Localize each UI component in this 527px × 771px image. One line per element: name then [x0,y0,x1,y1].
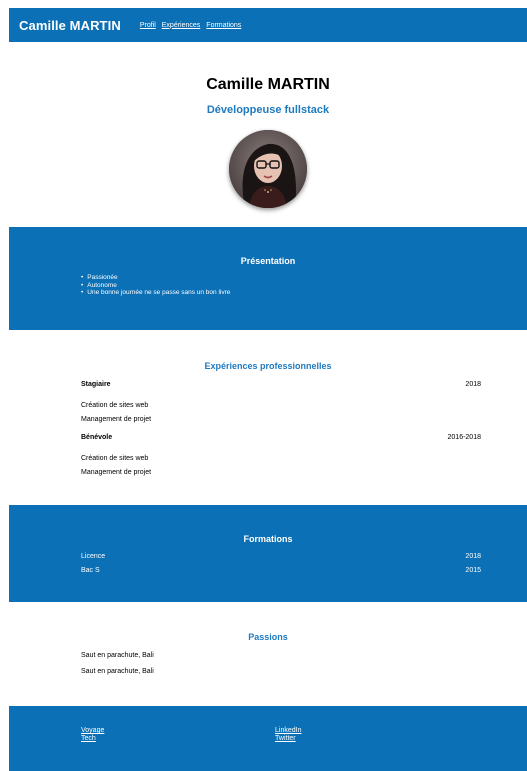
footer-link-twitter[interactable]: Twitter [275,735,301,743]
brand-name[interactable]: Camille MARTIN [19,18,121,33]
top-navbar: Camille MARTIN Profil Expériences Format… [9,8,527,42]
job-year: 2016-2018 [447,434,481,441]
avatar-portrait-image [229,130,307,208]
nav-link-profil[interactable]: Profil [140,22,156,29]
nav-link-formations[interactable]: Formations [206,22,241,29]
footer-link-linkedin[interactable]: LinkedIn [275,727,301,735]
footer-links-left: Voyage Tech [81,727,104,742]
footer-links-right: LinkedIn Twitter [275,727,301,742]
footer: Voyage Tech LinkedIn Twitter [9,706,527,771]
formation-year: 2015 [465,567,481,574]
job-detail: Création de sites web [81,402,149,409]
job-row: Stagiaire 2018 [81,381,481,388]
section-title-presentation: Présentation [240,256,296,266]
job-title: Stagiaire [81,381,111,388]
list-item: Une bonne journée ne se passe sans un bo… [81,289,230,297]
passions-section: Passions Saut en parachute, Bali Saut en… [9,602,527,706]
avatar [229,130,307,208]
job-row: Bénévole 2016-2018 [81,434,481,441]
hero-section: Camille MARTIN Développeuse fullstack [9,42,527,222]
job-year: 2018 [465,381,481,388]
job-detail: Management de projet [81,416,152,423]
page-title: Camille MARTIN [206,76,330,93]
passion-item: Saut en parachute, Bali [81,668,154,675]
formation-year: 2018 [465,553,481,560]
footer-link-voyage[interactable]: Voyage [81,727,104,735]
formation-name: Bac S [81,567,100,574]
footer-link-tech[interactable]: Tech [81,735,104,743]
job-detail: Création de sites web [81,455,149,462]
list-item: Autonome [81,282,230,290]
passion-item: Saut en parachute, Bali [81,652,154,659]
experiences-section: Expériences professionnelles Stagiaire 2… [9,330,527,505]
presentation-section: Présentation Passionée Autonome Une bonn… [9,227,527,330]
main-nav: Profil Expériences Formations [140,22,242,29]
job-title: Bénévole [81,434,113,441]
job-detail: Management de projet [81,469,152,476]
list-item: Passionée [81,274,230,282]
formation-row: Licence 2018 [81,553,481,560]
nav-link-experiences[interactable]: Expériences [162,22,201,29]
formations-section: Formations Licence 2018 Bac S 2015 [9,505,527,602]
job-title: Développeuse fullstack [206,104,330,116]
section-title-formations: Formations [243,534,293,544]
presentation-list: Passionée Autonome Une bonne journée ne … [81,274,230,297]
formation-row: Bac S 2015 [81,567,481,574]
section-title-experiences: Expériences professionnelles [204,361,332,371]
formation-name: Licence [81,553,106,560]
section-title-passions: Passions [248,632,288,642]
